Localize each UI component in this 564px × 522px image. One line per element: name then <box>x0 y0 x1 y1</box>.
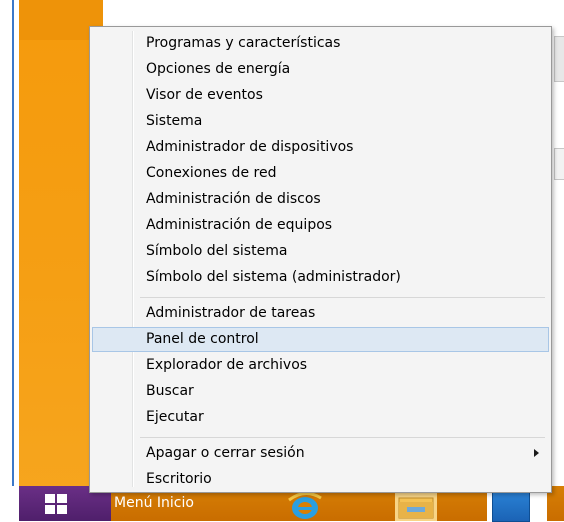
file-explorer-folder-icon[interactable] <box>395 492 437 521</box>
menu-item-label: Administración de discos <box>146 191 321 207</box>
menu-item-buscar[interactable]: Buscar <box>92 379 549 404</box>
menu-item-opciones-de-energia[interactable]: Opciones de energía <box>92 57 549 82</box>
menu-item-label: Escritorio <box>146 471 212 487</box>
menu-item-administrador-de-tareas[interactable]: Administrador de tareas <box>92 301 549 326</box>
menu-item-label: Visor de eventos <box>146 87 263 103</box>
menu-item-apagar-o-cerrar-sesion[interactable]: Apagar o cerrar sesión <box>92 441 549 466</box>
menu-item-label: Administrador de dispositivos <box>146 139 354 155</box>
menu-item-administrador-de-dispositivos[interactable]: Administrador de dispositivos <box>92 135 549 160</box>
menu-item-simbolo-del-sistema[interactable]: Símbolo del sistema <box>92 239 549 264</box>
menu-item-label: Buscar <box>146 383 194 399</box>
windows-logo-icon[interactable] <box>45 494 67 514</box>
menu-item-label: Símbolo del sistema <box>146 243 288 259</box>
background-window-fragment <box>554 36 564 82</box>
menu-item-administracion-de-discos[interactable]: Administración de discos <box>92 187 549 212</box>
menu-item-ejecutar[interactable]: Ejecutar <box>92 405 549 430</box>
menu-item-label: Sistema <box>146 113 203 129</box>
menu-item-label: Panel de control <box>146 331 259 347</box>
submenu-arrow-icon <box>534 449 539 457</box>
menu-item-escritorio[interactable]: Escritorio <box>92 467 549 492</box>
menu-separator <box>140 437 545 438</box>
menu-item-label: Ejecutar <box>146 409 204 425</box>
start-label[interactable]: Menú Inicio <box>114 495 194 511</box>
menu-item-label: Opciones de energía <box>146 61 291 77</box>
screen-left-edge <box>0 0 10 521</box>
menu-item-panel-de-control[interactable]: Panel de control <box>92 327 549 352</box>
quick-link-context-menu: Programas y características Opciones de … <box>89 26 552 493</box>
taskbar-gap <box>9 486 19 521</box>
menu-item-conexiones-de-red[interactable]: Conexiones de red <box>92 161 549 186</box>
menu-item-label: Explorador de archivos <box>146 357 308 373</box>
menu-item-simbolo-del-sistema-admin[interactable]: Símbolo del sistema (administrador) <box>92 265 549 290</box>
menu-item-programas-y-caracteristicas[interactable]: Programas y características <box>92 31 549 56</box>
window-border-line <box>12 0 14 521</box>
menu-item-label: Símbolo del sistema (administrador) <box>146 269 401 285</box>
menu-item-sistema[interactable]: Sistema <box>92 109 549 134</box>
menu-item-label: Apagar o cerrar sesión <box>146 445 305 461</box>
menu-item-explorador-de-archivos[interactable]: Explorador de archivos <box>92 353 549 378</box>
internet-explorer-icon[interactable] <box>285 490 325 520</box>
menu-item-label: Administrador de tareas <box>146 305 316 321</box>
menu-separator <box>140 297 545 298</box>
menu-item-label: Administración de equipos <box>146 217 333 233</box>
menu-item-label: Programas y características <box>146 35 341 51</box>
menu-item-visor-de-eventos[interactable]: Visor de eventos <box>92 83 549 108</box>
background-window-fragment <box>554 148 564 180</box>
menu-item-label: Conexiones de red <box>146 165 277 181</box>
menu-item-administracion-de-equipos[interactable]: Administración de equipos <box>92 213 549 238</box>
